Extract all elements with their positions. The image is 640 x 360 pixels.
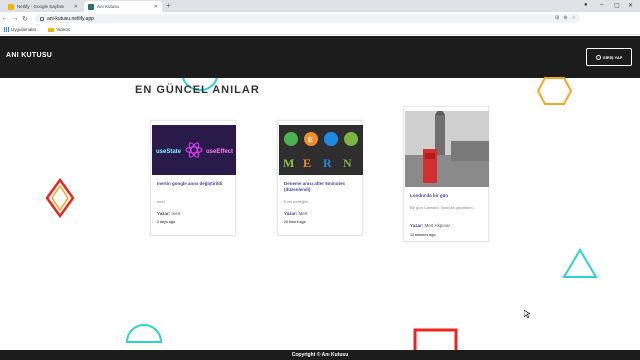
site-footer: Copyright © Anı Kutusu <box>0 350 640 360</box>
section-title: EN GÜNCEL ANILAR <box>135 84 260 96</box>
card-thumbnail: E M E R N <box>279 125 363 175</box>
react-icon <box>324 132 338 146</box>
card-thumbnail <box>405 107 489 187</box>
card-thumbnail: useState useEffect <box>152 125 236 175</box>
orange-hexagon <box>536 77 573 105</box>
thumb-letter: E <box>308 137 313 144</box>
node-icon <box>344 132 358 146</box>
memory-card[interactable]: E M E R N Deneme anısı after 6minutes (d… <box>277 120 363 236</box>
card-description: mert <box>157 199 165 204</box>
card-description: Evet bebeğim <box>284 199 309 204</box>
mern-stack-image: E M E R N <box>283 132 358 170</box>
author-name: Mert Akpınar <box>424 223 451 228</box>
mouse-cursor-icon <box>524 310 530 318</box>
author-label: Yazar: <box>410 223 424 228</box>
thumb-letter: E <box>303 156 311 170</box>
thumb-text: useState <box>156 149 182 155</box>
thumb-text: useEffect <box>206 149 233 155</box>
card-timestamp: 2 days ago <box>157 220 176 224</box>
card-author: Yazar: Mert Akpınar <box>410 223 450 228</box>
card-timestamp: 13 minutes ago <box>410 233 436 237</box>
card-author: Yazar: mert <box>157 211 181 216</box>
cyan-semicircle <box>125 324 163 343</box>
author-name: mert <box>171 211 181 216</box>
react-hooks-image: useState useEffect <box>156 142 233 158</box>
card-author: Yazar: Mert <box>284 211 308 216</box>
memory-card[interactable]: useState useEffect mertin google anısı d… <box>150 120 236 236</box>
author-label: Yazar: <box>284 211 298 216</box>
card-title[interactable]: mertin google anısı değiştirildi <box>157 181 235 187</box>
cyan-triangle <box>562 248 598 278</box>
mongodb-icon <box>284 132 298 146</box>
card-description: Bir gün Camden Town'da geziniken... <box>410 205 476 210</box>
london-photo-image <box>405 107 489 187</box>
author-name: Mert <box>298 211 308 216</box>
author-label: Yazar: <box>157 211 171 216</box>
card-title[interactable]: Deneme anısı after 6minutes (düzenlendi) <box>284 181 362 193</box>
react-atom-icon <box>185 146 203 154</box>
card-title[interactable]: Londra'da bir gün <box>410 193 488 199</box>
red-square-partial <box>413 328 458 350</box>
thumb-letter: N <box>343 156 352 170</box>
card-timestamp: 20 hours ago <box>284 220 306 224</box>
thumb-letter: M <box>283 156 294 170</box>
thumb-letter: R <box>323 156 332 170</box>
memory-card[interactable]: Londra'da bir gün Bir gün Camden Town'da… <box>403 106 489 242</box>
